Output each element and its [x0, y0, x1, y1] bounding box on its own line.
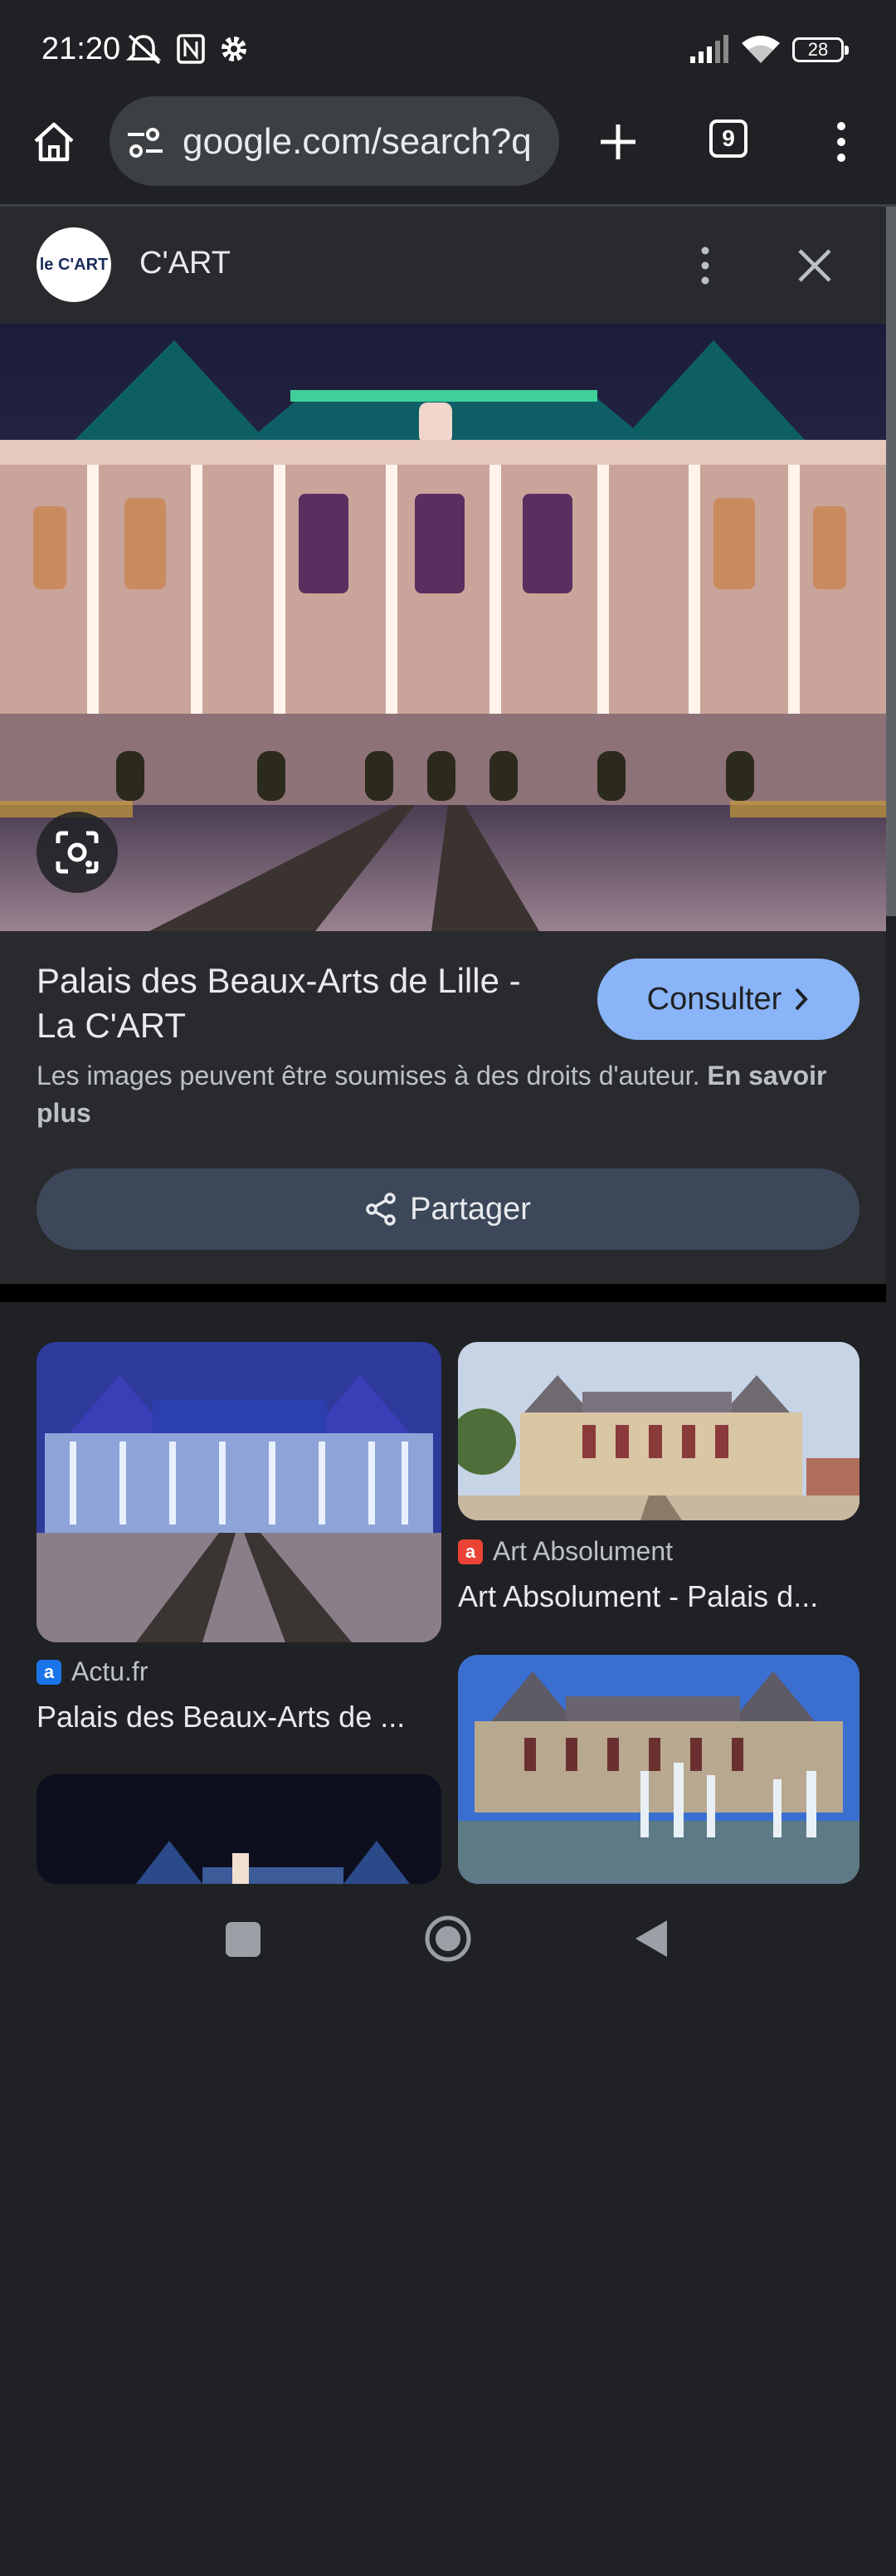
share-label: Partager — [410, 1191, 531, 1227]
signal-icon — [690, 35, 728, 63]
new-tab-icon[interactable] — [597, 121, 639, 163]
battery-indicator: 28 — [792, 37, 849, 62]
related-source-2[interactable]: a Art Absolument — [458, 1536, 673, 1567]
main-image[interactable] — [0, 324, 886, 931]
related-title-2[interactable]: Art Absolument - Palais d... — [458, 1579, 848, 1614]
settings-icon — [222, 37, 246, 61]
related-source-1[interactable]: a Actu.fr — [37, 1656, 148, 1687]
site-settings-icon[interactable] — [126, 126, 164, 159]
home-nav-icon[interactable] — [423, 1914, 473, 1964]
related-image-3[interactable] — [37, 1774, 441, 1884]
mute-notifications-icon — [125, 34, 162, 65]
source-name[interactable]: C'ART — [139, 246, 231, 281]
favicon-icon: a — [458, 1539, 483, 1564]
tabs-icon[interactable]: 9 — [709, 120, 747, 158]
more-vert-icon[interactable] — [697, 246, 713, 285]
status-time: 21:20 — [41, 32, 121, 66]
related-source-name: Actu.fr — [71, 1656, 149, 1686]
related-image-1[interactable] — [37, 1342, 441, 1642]
favicon-icon: a — [37, 1659, 61, 1685]
related-title-1[interactable]: Palais des Beaux-Arts de ... — [37, 1700, 426, 1734]
visit-button[interactable]: Consulter — [597, 959, 859, 1040]
share-icon — [366, 1193, 396, 1226]
back-icon[interactable] — [632, 1917, 670, 1960]
chevron-right-icon — [795, 988, 809, 1011]
share-button[interactable]: Partager — [37, 1168, 859, 1250]
nfc-icon — [177, 34, 205, 64]
related-image-4[interactable] — [458, 1655, 859, 1884]
wifi-icon — [742, 36, 780, 63]
scrollbar-thumb[interactable] — [886, 207, 896, 916]
visit-button-label: Consulter — [646, 981, 782, 1017]
copyright-text: Les images peuvent être soumises à des d… — [37, 1061, 700, 1090]
source-logo: le C'ART — [37, 227, 111, 302]
close-icon[interactable] — [796, 247, 833, 284]
recents-icon[interactable] — [224, 1920, 262, 1959]
copyright-notice: Les images peuvent être soumises à des d… — [37, 1057, 850, 1132]
menu-icon[interactable] — [833, 121, 850, 163]
image-title[interactable]: Palais des Beaux-Arts de Lille - La C'AR… — [37, 959, 567, 1048]
section-separator — [0, 1284, 886, 1302]
lens-icon[interactable] — [55, 830, 100, 875]
scrollbar-track — [886, 916, 896, 2576]
url-text[interactable]: google.com/search?q — [183, 121, 539, 163]
related-source-name: Art Absolument — [493, 1536, 673, 1566]
home-icon[interactable] — [32, 121, 76, 163]
related-image-2[interactable] — [458, 1342, 859, 1520]
